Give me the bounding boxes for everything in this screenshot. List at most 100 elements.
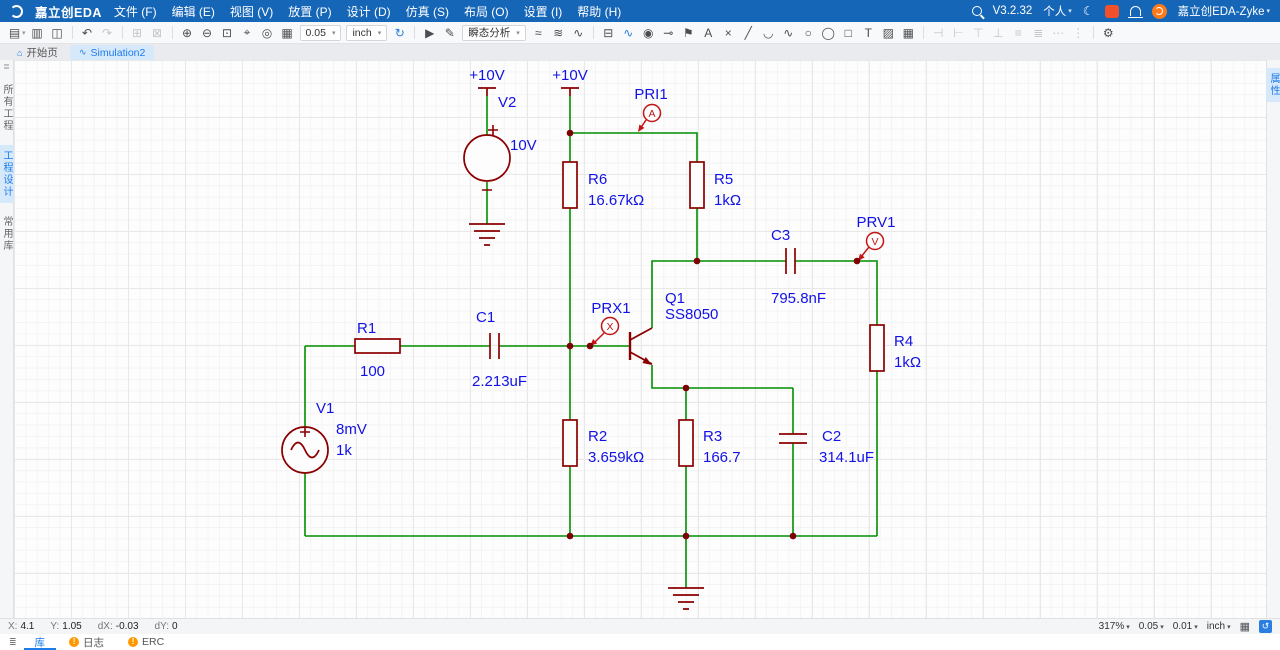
panel-toggle-icon[interactable]: ≣ — [4, 637, 22, 648]
tab-simulation2[interactable]: ∿ Simulation2 — [70, 45, 154, 60]
menu-help[interactable]: 帮助 (H) — [577, 3, 621, 20]
run-simulation-icon[interactable]: ▶ — [420, 24, 439, 42]
save-icon[interactable]: ◫ — [48, 24, 67, 42]
zoom-in-icon[interactable]: ⊕ — [178, 24, 197, 42]
component-Q1[interactable]: Q1 SS8050 — [630, 290, 718, 365]
sidebar-item-project-design[interactable]: 工程设计 — [0, 145, 15, 203]
label-R3-value[interactable]: 166.7 — [703, 449, 741, 466]
component-R2[interactable]: R2 3.659kΩ — [563, 420, 644, 466]
ground-symbol-bottom[interactable] — [668, 588, 704, 609]
theme-icon[interactable]: ☾ — [1083, 5, 1094, 17]
label-R6-value[interactable]: 16.67kΩ — [588, 192, 644, 209]
analysis-type-select[interactable]: 瞬态分析▾ — [462, 25, 526, 41]
draw-line-icon[interactable]: ╱ — [739, 24, 758, 42]
component-R6[interactable]: R6 16.67kΩ — [563, 162, 644, 209]
current-probe-icon[interactable]: ◉ — [639, 24, 658, 42]
grid-setting-icon[interactable]: ▦ — [278, 24, 297, 42]
unit-select[interactable]: inch▾ — [346, 25, 387, 41]
label-C3-ref[interactable]: C3 — [771, 227, 790, 244]
label-R2-ref[interactable]: R2 — [588, 428, 607, 445]
place-image-icon[interactable]: ▨ — [879, 24, 898, 42]
find-icon[interactable]: ◎ — [258, 24, 277, 42]
label-R1-value[interactable]: 100 — [360, 363, 385, 380]
undo-icon[interactable]: ↶ — [78, 24, 97, 42]
label-PRV1-ref[interactable]: PRV1 — [857, 214, 896, 231]
menu-design[interactable]: 设计 (D) — [347, 3, 391, 20]
label-C2-value[interactable]: 314.1uF — [819, 449, 874, 466]
zoom-fit-icon[interactable]: ⊡ — [218, 24, 237, 42]
draw-ellipse-icon[interactable]: ◯ — [819, 24, 838, 42]
wave-zoom-fit-icon[interactable]: ∿ — [569, 24, 588, 42]
label-V2-ref[interactable]: V2 — [498, 94, 516, 111]
net-label-icon[interactable]: A — [699, 24, 718, 42]
label-Q1-ref[interactable]: Q1 — [665, 290, 685, 307]
place-text-icon[interactable]: T — [859, 24, 878, 42]
label-C1-value[interactable]: 2.213uF — [472, 373, 527, 390]
zoom-select[interactable]: 317%▾ — [1099, 621, 1130, 632]
menu-settings[interactable]: 设置 (I) — [524, 3, 563, 20]
label-C2-ref[interactable]: C2 — [822, 428, 841, 445]
sidebar-item-all-projects[interactable]: 所有工程 — [0, 79, 15, 137]
label-PRX1-ref[interactable]: PRX1 — [591, 300, 630, 317]
schematic-svg[interactable]: +10V +10V V2 10V — [14, 60, 1266, 618]
sidebar-item-properties[interactable]: 属性 — [1265, 68, 1280, 102]
probe-PRI1[interactable]: A PRI1 — [634, 86, 667, 132]
avatar[interactable] — [1152, 4, 1167, 19]
label-R1-ref[interactable]: R1 — [357, 320, 376, 337]
wave-zoom-x-icon[interactable]: ≈ — [529, 24, 548, 42]
rebuild-icon[interactable]: ↻ — [390, 24, 409, 42]
label-Q1-value[interactable]: SS8050 — [665, 306, 718, 323]
draw-circle-icon[interactable]: ○ — [799, 24, 818, 42]
gear-icon[interactable]: ⚙ — [1099, 24, 1118, 42]
label-R3-ref[interactable]: R3 — [703, 428, 722, 445]
sidebar-item-common-library[interactable]: 常用库 — [0, 211, 15, 257]
select-tool-icon[interactable]: ⌖ — [238, 24, 257, 42]
net-label-vcc1[interactable]: +10V — [469, 67, 504, 84]
component-V1[interactable]: V1 8mV 1k — [282, 400, 367, 473]
probe-pen-icon[interactable]: ✎ — [440, 24, 459, 42]
menu-edit[interactable]: 编辑 (E) — [172, 3, 215, 20]
label-PRI1-ref[interactable]: PRI1 — [634, 86, 667, 103]
label-V1-value2[interactable]: 1k — [336, 442, 352, 459]
menu-view[interactable]: 视图 (V) — [230, 3, 273, 20]
label-R5-value[interactable]: 1kΩ — [714, 192, 741, 209]
label-C3-value[interactable]: 795.8nF — [771, 290, 826, 307]
menu-file[interactable]: 文件 (F) — [114, 3, 157, 20]
label-C1-ref[interactable]: C1 — [476, 309, 495, 326]
snap-size-select[interactable]: 0.01▾ — [1173, 621, 1198, 632]
menu-layout[interactable]: 布局 (O) — [464, 3, 509, 20]
open-project-icon[interactable]: ▥ — [28, 24, 47, 42]
bottom-tab-erc[interactable]: ! ERC — [117, 634, 175, 650]
label-R2-value[interactable]: 3.659kΩ — [588, 449, 644, 466]
wave-probe-icon[interactable]: ∿ — [619, 24, 638, 42]
label-R4-ref[interactable]: R4 — [894, 333, 913, 350]
label-V2-value[interactable]: 10V — [510, 137, 537, 154]
grid-size-select[interactable]: 0.05▾ — [1139, 621, 1164, 632]
menu-simulation[interactable]: 仿真 (S) — [406, 3, 449, 20]
power-flag-10v-right[interactable]: +10V — [552, 67, 587, 96]
component-C3[interactable]: C3 795.8nF — [771, 227, 826, 307]
panel-collapse-icon[interactable]: ≣ — [3, 62, 10, 71]
chevron-down-icon[interactable]: ▾ — [22, 29, 26, 37]
schematic-canvas[interactable]: +10V +10V V2 10V — [14, 60, 1266, 618]
draw-bezier-icon[interactable]: ∿ — [779, 24, 798, 42]
net-flag-icon[interactable]: ⚑ — [679, 24, 698, 42]
bottom-tab-library[interactable]: 库 — [24, 634, 57, 650]
draw-arc-icon[interactable]: ◡ — [759, 24, 778, 42]
probe-PRV1[interactable]: V PRV1 — [857, 214, 896, 261]
component-V2[interactable]: V2 10V — [464, 94, 537, 190]
promo-badge-icon[interactable] — [1105, 5, 1119, 18]
wave-zoom-y-icon[interactable]: ≋ — [549, 24, 568, 42]
notifications-icon[interactable] — [1130, 6, 1141, 16]
component-C1[interactable]: C1 2.213uF — [472, 309, 527, 390]
draw-rect-icon[interactable]: □ — [839, 24, 858, 42]
place-pin-icon[interactable]: ⊸ — [659, 24, 678, 42]
component-R1[interactable]: R1 100 — [355, 320, 400, 380]
component-R5[interactable]: R5 1kΩ — [690, 162, 741, 209]
origin-icon[interactable]: ↺ — [1259, 620, 1272, 633]
label-V1-value[interactable]: 8mV — [336, 421, 367, 438]
zoom-out-icon[interactable]: ⊖ — [198, 24, 217, 42]
grid-toggle-icon[interactable]: ▦ — [1240, 620, 1250, 633]
unit-select[interactable]: inch▾ — [1207, 621, 1231, 632]
place-component-icon[interactable]: ⊟ — [599, 24, 618, 42]
